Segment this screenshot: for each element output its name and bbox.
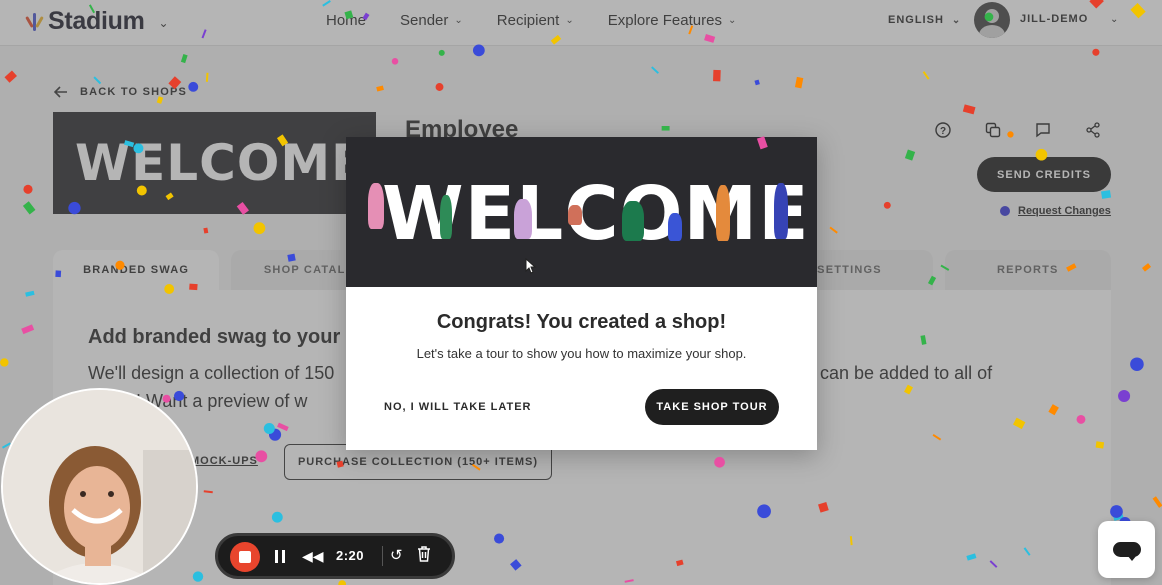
- trash-icon[interactable]: [417, 546, 431, 567]
- restart-icon[interactable]: ↺: [390, 546, 403, 564]
- screen-recorder-controls: ◀◀ 2:20 ↺: [215, 533, 455, 579]
- shop-created-modal: WELCOME Congrats! You created a shop! Le…: [346, 137, 817, 450]
- welcome-banner-image: WELCOME: [346, 137, 817, 287]
- take-shop-tour-button[interactable]: TAKE SHOP TOUR: [645, 389, 779, 425]
- presenter-video-frame: [3, 390, 196, 583]
- mouse-cursor-icon: [525, 258, 537, 274]
- modal-title: Congrats! You created a shop!: [436, 311, 727, 333]
- pause-icon[interactable]: [275, 550, 285, 563]
- take-later-button[interactable]: NO, I WILL TAKE LATER: [384, 401, 532, 413]
- chat-bubble-icon: [1112, 542, 1141, 561]
- webcam-video[interactable]: [1, 388, 198, 585]
- recording-timer: 2:20: [336, 548, 365, 563]
- stop-recording-button[interactable]: [230, 542, 260, 572]
- support-chat-button[interactable]: [1098, 521, 1155, 578]
- stop-icon: [239, 551, 251, 563]
- modal-subtitle: Let's take a tour to show you how to max…: [416, 346, 747, 361]
- divider: [382, 546, 383, 566]
- rewind-icon[interactable]: ◀◀: [302, 548, 324, 565]
